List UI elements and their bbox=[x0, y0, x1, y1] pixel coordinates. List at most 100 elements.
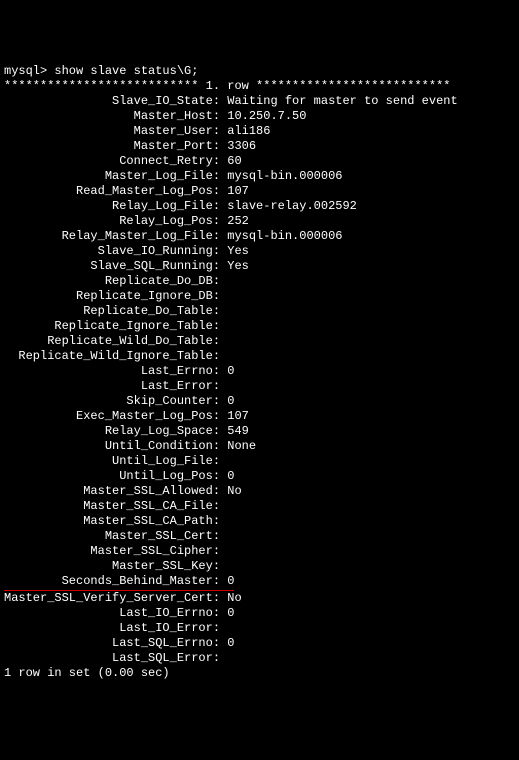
field-value: 60 bbox=[227, 154, 241, 168]
status-field-replicate_ignore_db: Replicate_Ignore_DB: bbox=[4, 289, 515, 304]
field-value: Yes bbox=[227, 259, 249, 273]
status-field-master_log_file: Master_Log_File: mysql-bin.000006 bbox=[4, 169, 515, 184]
field-label: Skip_Counter: bbox=[4, 394, 220, 409]
status-field-master_ssl_ca_path: Master_SSL_CA_Path: bbox=[4, 514, 515, 529]
field-label: Last_Errno: bbox=[4, 364, 220, 379]
status-field-relay_log_pos: Relay_Log_Pos: 252 bbox=[4, 214, 515, 229]
field-value: 0 bbox=[227, 364, 234, 378]
status-field-last_sql_error: Last_SQL_Error: bbox=[4, 651, 515, 666]
status-field-relay_log_space: Relay_Log_Space: 549 bbox=[4, 424, 515, 439]
field-label: Master_SSL_CA_File: bbox=[4, 499, 220, 514]
field-label: Master_SSL_Allowed: bbox=[4, 484, 220, 499]
field-label: Slave_IO_Running: bbox=[4, 244, 220, 259]
result-footer: 1 row in set (0.00 sec) bbox=[4, 666, 170, 680]
status-field-master_ssl_key: Master_SSL_Key: bbox=[4, 559, 515, 574]
field-label: Last_IO_Error: bbox=[4, 621, 220, 636]
field-label: Until_Log_File: bbox=[4, 454, 220, 469]
status-field-until_log_file: Until_Log_File: bbox=[4, 454, 515, 469]
status-field-master_host: Master_Host: 10.250.7.50 bbox=[4, 109, 515, 124]
field-label: Replicate_Ignore_DB: bbox=[4, 289, 220, 304]
status-field-slave_io_state: Slave_IO_State: Waiting for master to se… bbox=[4, 94, 515, 109]
field-label: Relay_Log_Space: bbox=[4, 424, 220, 439]
terminal-output: mysql> show slave status\G; ************… bbox=[4, 64, 515, 681]
status-field-relay_master_log_file: Relay_Master_Log_File: mysql-bin.000006 bbox=[4, 229, 515, 244]
status-field-slave_io_running: Slave_IO_Running: Yes bbox=[4, 244, 515, 259]
status-field-master_ssl_verify_server_cert: Master_SSL_Verify_Server_Cert: No bbox=[4, 591, 515, 606]
field-label: Relay_Master_Log_File: bbox=[4, 229, 220, 244]
field-label: Until_Condition: bbox=[4, 439, 220, 454]
field-label: Connect_Retry: bbox=[4, 154, 220, 169]
field-label: Slave_SQL_Running: bbox=[4, 259, 220, 274]
field-value: 0 bbox=[227, 636, 234, 650]
status-field-master_ssl_ca_file: Master_SSL_CA_File: bbox=[4, 499, 515, 514]
field-label: Replicate_Wild_Ignore_Table: bbox=[4, 349, 220, 364]
status-field-master_ssl_cert: Master_SSL_Cert: bbox=[4, 529, 515, 544]
field-label: Last_SQL_Error: bbox=[4, 651, 220, 666]
field-value: 0 bbox=[227, 606, 234, 620]
mysql-prompt: mysql> show slave status\G; bbox=[4, 64, 198, 78]
field-label: Master_Port: bbox=[4, 139, 220, 154]
field-label: Replicate_Ignore_Table: bbox=[4, 319, 220, 334]
status-field-skip_counter: Skip_Counter: 0 bbox=[4, 394, 515, 409]
status-field-master_user: Master_User: ali186 bbox=[4, 124, 515, 139]
field-value: 10.250.7.50 bbox=[227, 109, 306, 123]
status-field-replicate_wild_do_table: Replicate_Wild_Do_Table: bbox=[4, 334, 515, 349]
status-field-master_ssl_cipher: Master_SSL_Cipher: bbox=[4, 544, 515, 559]
field-label: Relay_Log_File: bbox=[4, 199, 220, 214]
status-field-relay_log_file: Relay_Log_File: slave-relay.002592 bbox=[4, 199, 515, 214]
status-field-last_sql_errno: Last_SQL_Errno: 0 bbox=[4, 636, 515, 651]
field-value: 549 bbox=[227, 424, 249, 438]
field-label: Slave_IO_State: bbox=[4, 94, 220, 109]
status-field-connect_retry: Connect_Retry: 60 bbox=[4, 154, 515, 169]
field-value: slave-relay.002592 bbox=[227, 199, 357, 213]
field-label: Master_Host: bbox=[4, 109, 220, 124]
status-field-replicate_do_db: Replicate_Do_DB: bbox=[4, 274, 515, 289]
field-value: ali186 bbox=[227, 124, 270, 138]
field-value: No bbox=[227, 591, 241, 605]
row-header: *************************** 1. row *****… bbox=[4, 79, 450, 93]
field-label: Master_Log_File: bbox=[4, 169, 220, 184]
field-label: Read_Master_Log_Pos: bbox=[4, 184, 220, 199]
field-label: Master_User: bbox=[4, 124, 220, 139]
field-label: Exec_Master_Log_Pos: bbox=[4, 409, 220, 424]
status-field-read_master_log_pos: Read_Master_Log_Pos: 107 bbox=[4, 184, 515, 199]
field-value: None bbox=[227, 439, 256, 453]
field-label: Replicate_Do_DB: bbox=[4, 274, 220, 289]
field-value: 107 bbox=[227, 184, 249, 198]
status-field-last_io_error: Last_IO_Error: bbox=[4, 621, 515, 636]
field-value: 0 bbox=[227, 469, 234, 483]
field-value: 0 bbox=[227, 574, 234, 588]
status-field-seconds_behind_master: Seconds_Behind_Master: 0 bbox=[4, 574, 515, 591]
status-field-replicate_do_table: Replicate_Do_Table: bbox=[4, 304, 515, 319]
field-label: Master_SSL_Verify_Server_Cert: bbox=[4, 591, 220, 606]
field-label: Replicate_Wild_Do_Table: bbox=[4, 334, 220, 349]
status-field-master_ssl_allowed: Master_SSL_Allowed: No bbox=[4, 484, 515, 499]
status-field-master_port: Master_Port: 3306 bbox=[4, 139, 515, 154]
field-label: Seconds_Behind_Master: bbox=[4, 574, 220, 589]
field-value: mysql-bin.000006 bbox=[227, 169, 342, 183]
field-value: 0 bbox=[227, 394, 234, 408]
field-value: No bbox=[227, 484, 241, 498]
status-field-last_error: Last_Error: bbox=[4, 379, 515, 394]
status-field-exec_master_log_pos: Exec_Master_Log_Pos: 107 bbox=[4, 409, 515, 424]
field-label: Last_Error: bbox=[4, 379, 220, 394]
status-field-last_io_errno: Last_IO_Errno: 0 bbox=[4, 606, 515, 621]
field-value: 3306 bbox=[227, 139, 256, 153]
field-label: Replicate_Do_Table: bbox=[4, 304, 220, 319]
field-value: 107 bbox=[227, 409, 249, 423]
field-label: Until_Log_Pos: bbox=[4, 469, 220, 484]
field-label: Master_SSL_Cert: bbox=[4, 529, 220, 544]
status-field-until_log_pos: Until_Log_Pos: 0 bbox=[4, 469, 515, 484]
field-value: Waiting for master to send event bbox=[227, 94, 457, 108]
status-field-replicate_ignore_table: Replicate_Ignore_Table: bbox=[4, 319, 515, 334]
status-field-until_condition: Until_Condition: None bbox=[4, 439, 515, 454]
field-value: 252 bbox=[227, 214, 249, 228]
field-label: Master_SSL_Cipher: bbox=[4, 544, 220, 559]
field-label: Last_SQL_Errno: bbox=[4, 636, 220, 651]
field-value: mysql-bin.000006 bbox=[227, 229, 342, 243]
status-field-replicate_wild_ignore_table: Replicate_Wild_Ignore_Table: bbox=[4, 349, 515, 364]
status-field-last_errno: Last_Errno: 0 bbox=[4, 364, 515, 379]
field-label: Master_SSL_Key: bbox=[4, 559, 220, 574]
field-label: Last_IO_Errno: bbox=[4, 606, 220, 621]
status-field-slave_sql_running: Slave_SQL_Running: Yes bbox=[4, 259, 515, 274]
